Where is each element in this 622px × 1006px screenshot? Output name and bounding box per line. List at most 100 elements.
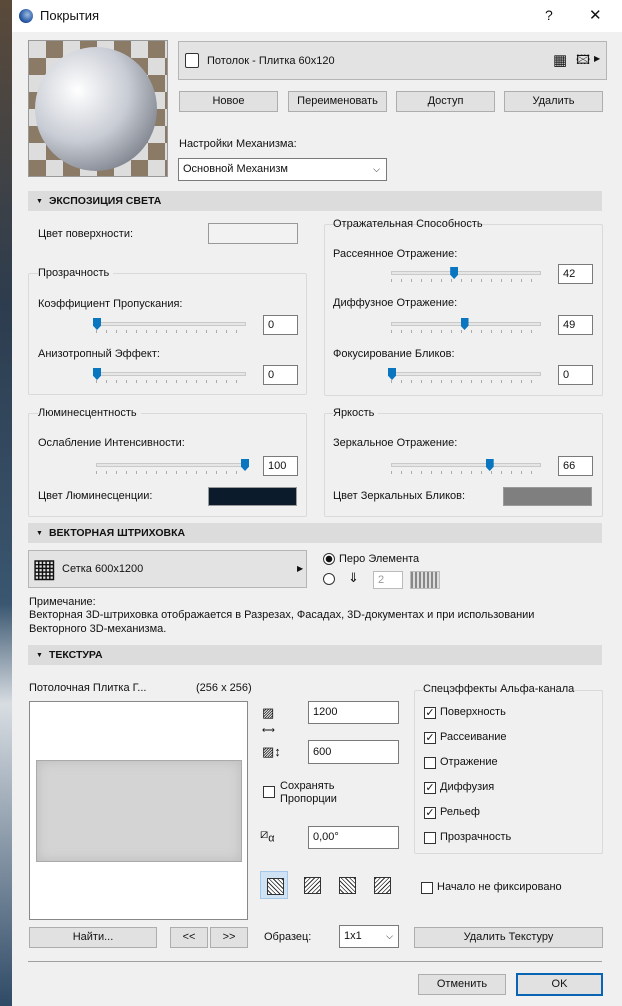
material-color-box: [185, 53, 199, 68]
surface-color-swatch[interactable]: [208, 223, 298, 244]
pattern-2-button[interactable]: [298, 871, 326, 899]
chevron-down-icon: ⌵: [386, 931, 393, 941]
delete-button[interactable]: Удалить: [504, 91, 603, 112]
luminance-color-swatch[interactable]: [208, 487, 297, 506]
alpha-checkbox[interactable]: ✓: [424, 782, 436, 794]
line-type-box[interactable]: [410, 571, 440, 589]
alpha-checkbox[interactable]: [424, 832, 436, 844]
texture-size: (256 x 256): [196, 682, 252, 694]
slider-value-input[interactable]: 100: [263, 456, 298, 476]
desktop-background: [0, 0, 12, 1006]
alpha-checkbox[interactable]: ✓: [424, 732, 436, 744]
alpha-checkbox[interactable]: ✓: [424, 807, 436, 819]
alpha-checkbox[interactable]: ✓: [424, 707, 436, 719]
section-light[interactable]: ЭКСПОЗИЦИЯ СВЕТА: [28, 191, 602, 211]
pattern-1-button[interactable]: [260, 871, 288, 899]
width-icon: ▨ ⟷: [262, 705, 275, 735]
window-title: Покрытия: [40, 8, 100, 23]
material-selector[interactable]: Потолок - Плитка 60x120 ▦ 🖾 ▶: [178, 41, 607, 80]
find-button[interactable]: Найти...: [29, 927, 157, 948]
alpha-label: Рассеивание: [440, 731, 507, 743]
image-icon: 🖾: [576, 52, 591, 67]
material-name: Потолок - Плитка 60x120: [207, 55, 335, 67]
texture-width-input[interactable]: 1200: [308, 701, 399, 724]
engine-value: Основной Механизм: [183, 163, 288, 175]
transparency-title: Прозрачность: [38, 267, 114, 279]
hatch-selector[interactable]: ▦ Сетка 600x1200 ▶: [28, 550, 307, 588]
alpha-label: Поверхность: [440, 706, 506, 718]
origin-label: Начало не фиксировано: [437, 881, 562, 893]
slider-value-input[interactable]: 0: [558, 365, 593, 385]
reflectance-title: Отражательная Способность: [333, 218, 483, 230]
access-button[interactable]: Доступ: [396, 91, 495, 112]
app-icon: [19, 9, 33, 23]
luminance-color-label: Цвет Люминесценции:: [38, 490, 153, 502]
delete-texture-button[interactable]: Удалить Текстуру: [414, 927, 603, 948]
texture-name: Потолочная Плитка Г...: [29, 682, 147, 694]
engine-label: Настройки Механизма:: [179, 138, 297, 150]
slider-value-input[interactable]: 0: [263, 315, 298, 335]
angle-icon: ⧄α: [260, 826, 275, 845]
chevron-right-icon: ▶: [297, 564, 304, 573]
pattern-4-button[interactable]: [368, 871, 396, 899]
grid-icon: ▦: [553, 52, 568, 69]
pen-element-radio[interactable]: [323, 553, 335, 565]
slider-value-input[interactable]: 49: [558, 315, 593, 335]
material-preview: [28, 40, 168, 177]
ambient-label: Рассеянное Отражение:: [333, 248, 458, 260]
surface-color-label: Цвет поверхности:: [38, 228, 134, 240]
cancel-button[interactable]: Отменить: [418, 974, 506, 995]
section-texture[interactable]: ТЕКСТУРА: [28, 645, 602, 665]
hatch-name: Сетка 600x1200: [62, 563, 144, 575]
brightness-title: Яркость: [333, 407, 379, 419]
texture-angle-input[interactable]: 0,00°: [308, 826, 399, 849]
alpha-label: Прозрачность: [440, 831, 512, 843]
sample-select[interactable]: 1x1 ⌵: [339, 925, 399, 948]
next-button[interactable]: >>: [210, 927, 248, 948]
chevron-down-icon: ⌵: [373, 164, 380, 174]
custom-pen-radio[interactable]: [323, 573, 335, 585]
footer-divider: [28, 961, 602, 962]
height-icon: ▨↕: [262, 744, 281, 759]
new-button[interactable]: Новое: [179, 91, 278, 112]
keep-ratio-label-1: Сохранять: [280, 780, 335, 792]
sample-label: Образец:: [264, 931, 312, 943]
origin-checkbox[interactable]: [421, 882, 433, 894]
pattern-3-button[interactable]: [333, 871, 361, 899]
specular-color-label: Цвет Зеркальных Бликов:: [333, 490, 466, 502]
specular-color-swatch[interactable]: [503, 487, 592, 506]
specular-label: Зеркальное Отражение:: [333, 437, 458, 449]
texture-preview: [29, 701, 248, 920]
sample-value: 1x1: [344, 930, 362, 942]
slider-value-input[interactable]: 0: [263, 365, 298, 385]
ok-button[interactable]: OK: [516, 973, 603, 996]
alpha-label: Диффузия: [440, 781, 495, 793]
section-vector[interactable]: ВЕКТОРНАЯ ШТРИХОВКА: [28, 523, 602, 543]
alpha-checkbox[interactable]: [424, 757, 436, 769]
grid-icon: ▦: [32, 553, 57, 583]
texture-height-input[interactable]: 600: [308, 740, 399, 764]
note-line-1: Векторная 3D-штриховка отображается в Ра…: [29, 609, 535, 621]
note-line-2: Векторного 3D-механизма.: [29, 623, 167, 635]
engine-select[interactable]: Основной Механизм ⌵: [178, 158, 387, 181]
chevron-right-icon: ▶: [594, 54, 601, 63]
help-button[interactable]: ?: [545, 7, 553, 23]
anisotropic-label: Анизотропный Эффект:: [38, 348, 160, 360]
keep-ratio-checkbox[interactable]: [263, 786, 275, 798]
prev-button[interactable]: <<: [170, 927, 208, 948]
slider-value-input[interactable]: 66: [558, 456, 593, 476]
diffuse-label: Диффузное Отражение:: [333, 297, 458, 309]
luminance-title: Люминесцентность: [38, 407, 141, 419]
pen-element-label: Перо Элемента: [339, 553, 420, 565]
alpha-label: Рельеф: [440, 806, 480, 818]
close-button[interactable]: ✕: [589, 6, 602, 24]
keep-ratio-label-2: Пропорции: [280, 793, 337, 805]
rename-button[interactable]: Переименовать: [288, 91, 387, 112]
pen-input[interactable]: 2: [373, 571, 403, 589]
slider-value-input[interactable]: 42: [558, 264, 593, 284]
focus-label: Фокусирование Бликов:: [333, 348, 455, 360]
alpha-label: Отражение: [440, 756, 498, 768]
note-title: Примечание:: [29, 596, 96, 608]
title-bar: [12, 0, 622, 32]
attenuation-label: Ослабление Интенсивности:: [38, 437, 185, 449]
